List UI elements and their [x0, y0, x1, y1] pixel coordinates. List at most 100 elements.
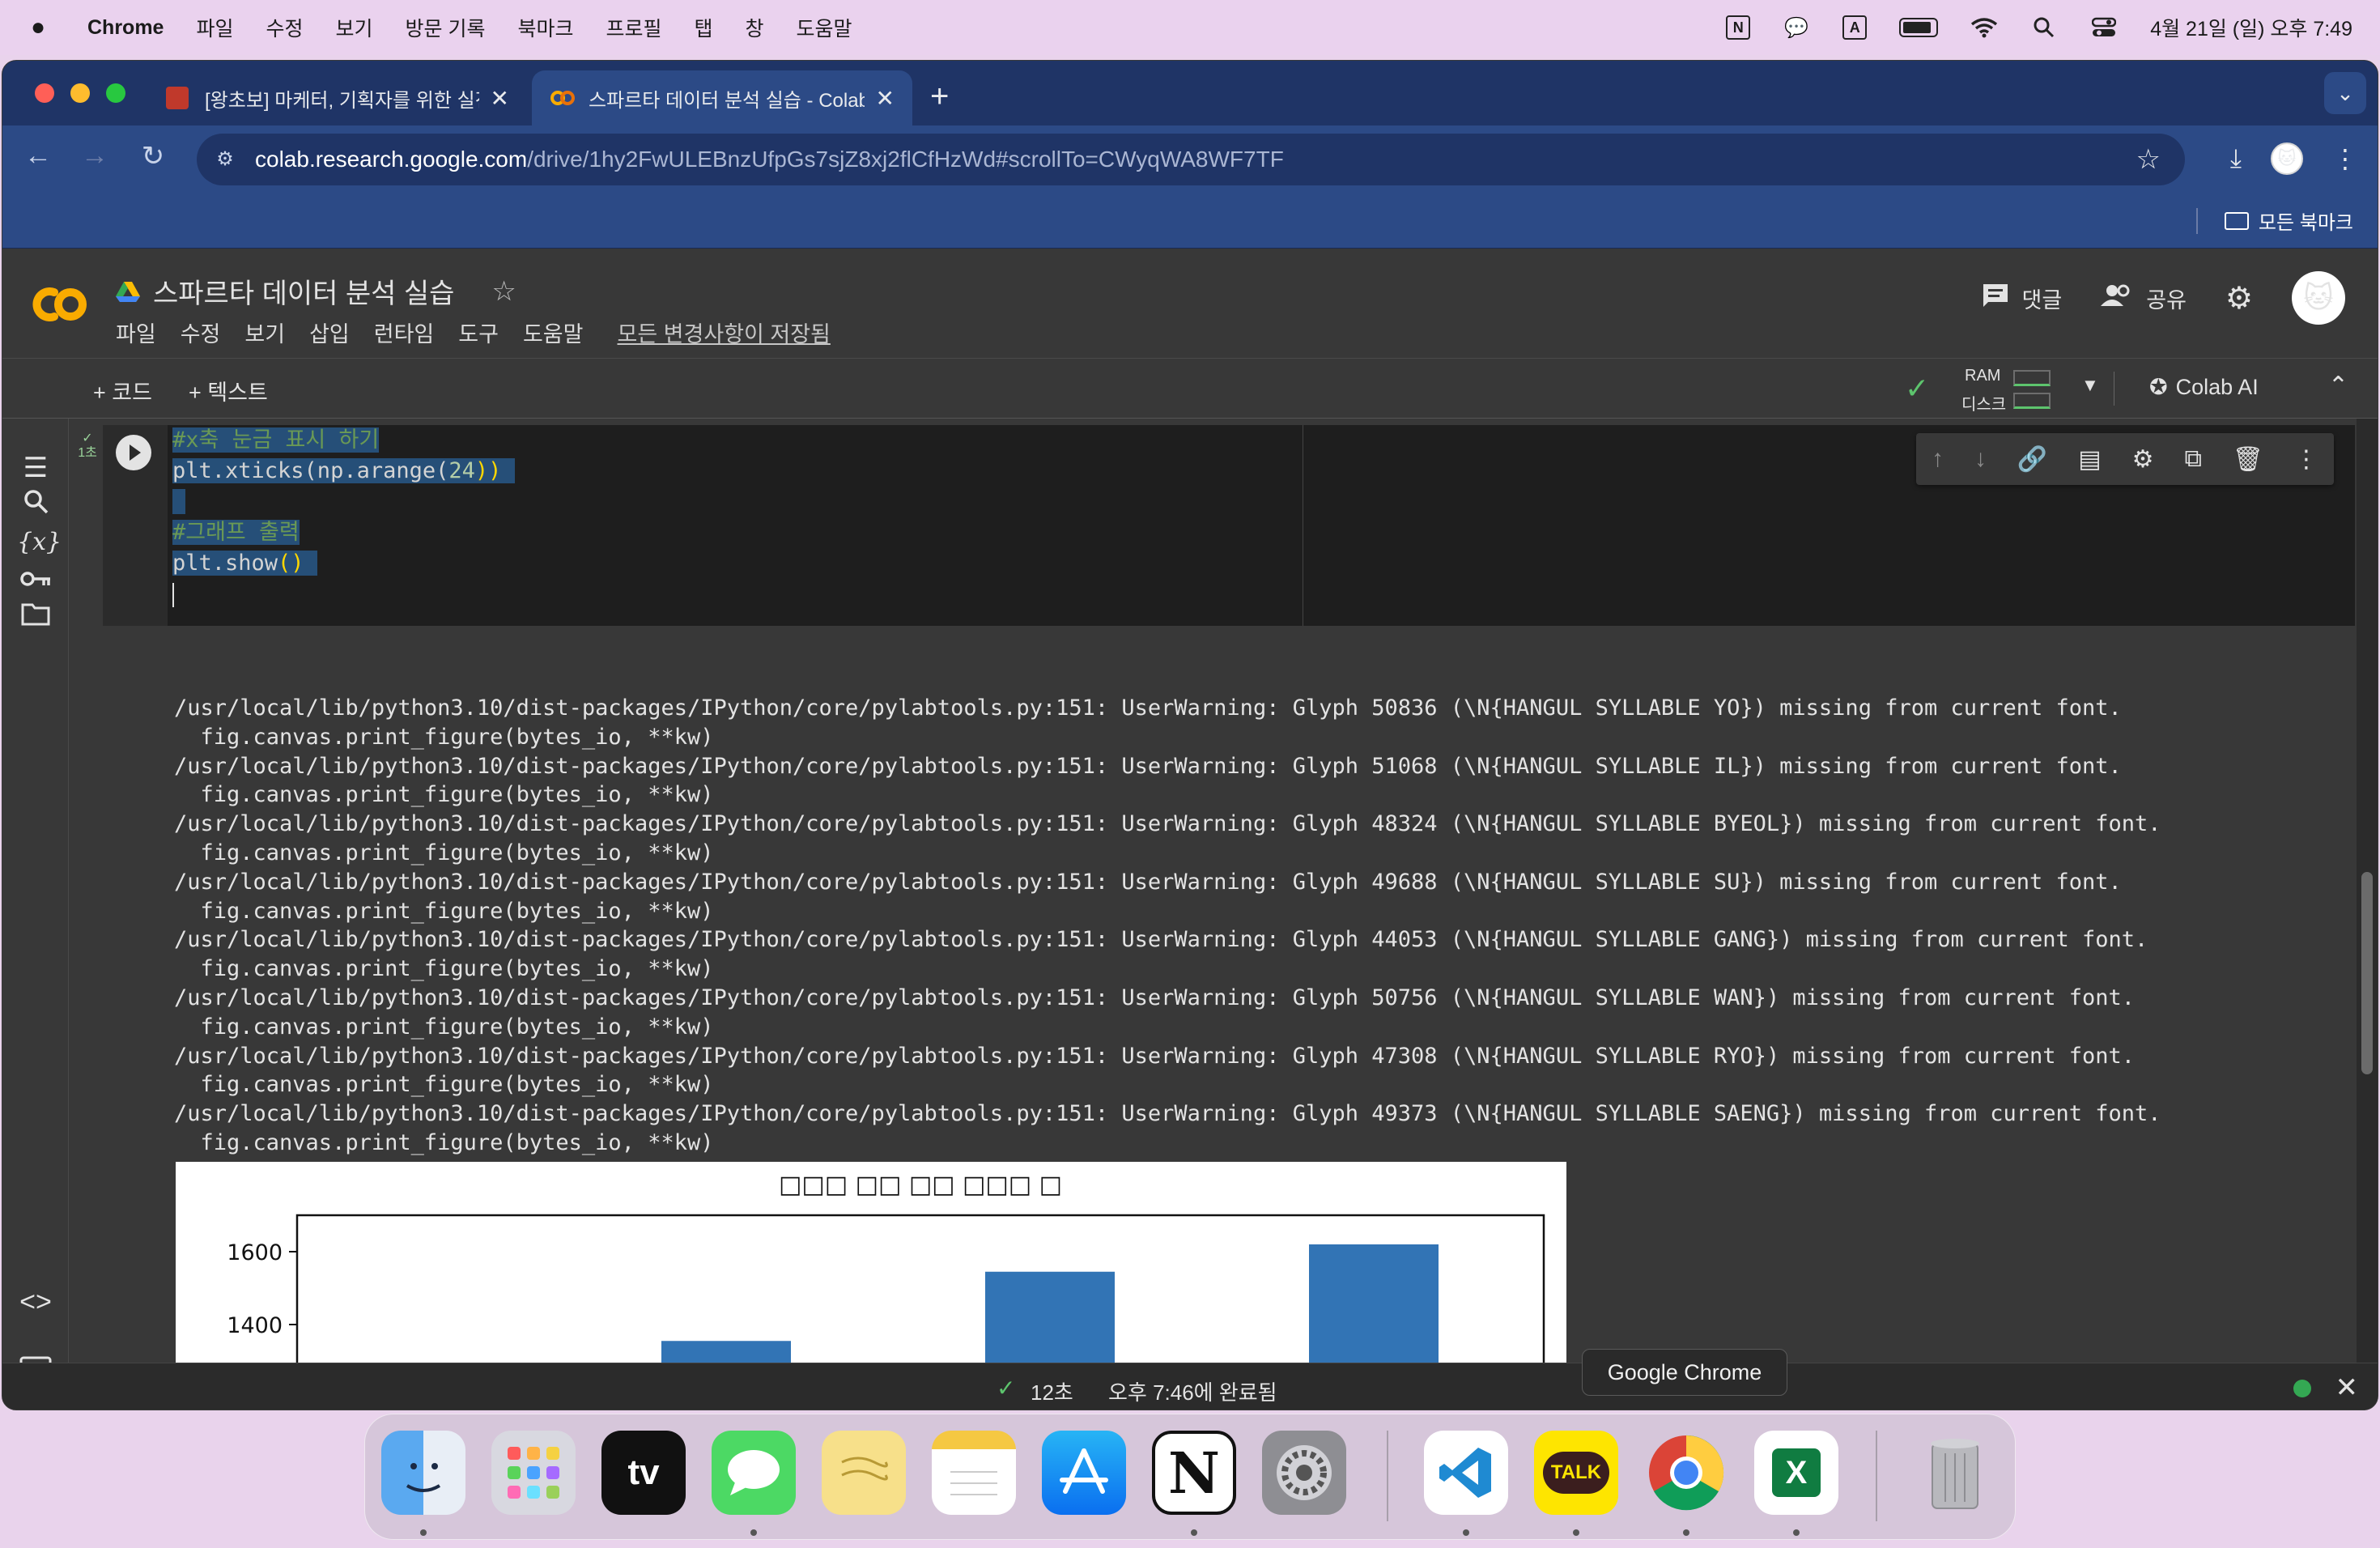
folder-icon [2224, 211, 2249, 230]
notes-icon[interactable] [932, 1431, 1016, 1515]
runtime-dropdown-icon[interactable]: ▼ [2081, 375, 2099, 396]
tab-lecture[interactable]: [왕초보] 마케터, 기획자를 위한 실전 ✕ [148, 70, 527, 125]
menu-bookmarks[interactable]: 북마크 [517, 13, 573, 42]
add-code-cell-button[interactable]: + 코드 [93, 375, 152, 406]
open-in-tab-icon[interactable]: ⧉ [2184, 445, 2201, 473]
google-drive-icon[interactable] [116, 280, 140, 303]
notion-status-icon[interactable]: N [1726, 15, 1751, 40]
code-line: plt.show() [172, 548, 515, 579]
code-snippets-icon[interactable]: <> [17, 1283, 54, 1320]
back-arrow-icon[interactable]: ← [22, 140, 54, 172]
chrome-menu-icon[interactable]: ⋮ [2332, 143, 2358, 174]
google-chrome-icon[interactable] [1644, 1431, 1728, 1515]
share-button[interactable]: 공유 [2101, 283, 2187, 314]
colab-logo-icon[interactable] [25, 271, 91, 338]
profile-avatar[interactable]: 🐱 [2271, 142, 2303, 175]
cell-settings-gear-icon[interactable]: ⚙ [2132, 445, 2154, 474]
download-icon[interactable]: ⤓ [2230, 143, 2242, 174]
apple-tv-icon[interactable]: tv [601, 1431, 686, 1515]
menu-profiles[interactable]: 프로필 [606, 13, 661, 42]
saved-status-link[interactable]: 모든 변경사항이 저장됨 [618, 317, 831, 348]
files-folder-icon[interactable] [17, 598, 54, 636]
wifi-icon[interactable] [1970, 15, 1998, 40]
colab-menu-edit[interactable]: 수정 [181, 317, 221, 348]
comment-cell-icon[interactable]: ▤ [2078, 445, 2101, 474]
more-options-icon[interactable]: ⋮ [2294, 445, 2318, 474]
notebook-scrollbar[interactable] [2357, 419, 2378, 1410]
spotlight-search-icon[interactable] [2030, 15, 2058, 40]
settings-gear-icon[interactable]: ⚙ [2225, 280, 2253, 317]
link-icon[interactable]: 🔗 [2017, 445, 2047, 474]
excel-icon[interactable]: X [1754, 1431, 1838, 1515]
battery-icon[interactable] [1899, 18, 1939, 37]
site-settings-icon[interactable]: ⚙ [211, 146, 239, 173]
stickies-icon[interactable] [822, 1431, 906, 1515]
menu-tab[interactable]: 탭 [695, 13, 713, 42]
close-tab-icon[interactable]: ✕ [491, 85, 509, 112]
colab-menu-help[interactable]: 도움말 [523, 317, 584, 348]
run-cell-button[interactable] [116, 435, 151, 470]
variables-icon[interactable]: {x} [17, 524, 62, 561]
search-icon[interactable] [17, 487, 54, 524]
tab-colab[interactable]: 스파르타 데이터 분석 실습 - Colab ✕ [532, 70, 912, 125]
apple-menu-icon[interactable]: ● [31, 14, 63, 41]
system-settings-icon[interactable] [1262, 1431, 1346, 1515]
colab-menu-insert[interactable]: 삽입 [309, 317, 350, 348]
menubar-clock[interactable]: 4월 21일 (일) 오후 7:49 [2150, 13, 2352, 42]
scrollbar-thumb[interactable] [2361, 872, 2373, 1074]
address-bar[interactable]: ⚙ colab.research.google.com/drive/1hy2Fw… [197, 134, 2185, 185]
app-menu-chrome[interactable]: Chrome [87, 16, 164, 40]
chat-bubble-icon[interactable]: 💬 [1783, 15, 1810, 40]
delete-trash-icon[interactable]: 🗑 [2233, 445, 2263, 474]
colab-menu-tools[interactable]: 도구 [458, 317, 499, 348]
launchpad-icon[interactable] [491, 1431, 576, 1515]
output-line: /usr/local/lib/python3.10/dist-packages/… [174, 811, 2161, 837]
code-editor[interactable]: #x축 눈금 표시 하기 plt.xticks(np.arange(24)) #… [172, 425, 515, 610]
colab-menu-runtime[interactable]: 런타임 [374, 317, 435, 348]
move-up-arrow-icon[interactable]: ↑ [1932, 445, 1944, 473]
colab-ai-button[interactable]: ✪ Colab AI [2149, 375, 2259, 400]
table-of-contents-icon[interactable]: ☰ [17, 449, 54, 487]
all-bookmarks-button[interactable]: 모든 북마크 [2224, 206, 2353, 235]
new-tab-button[interactable]: + [930, 79, 949, 115]
control-center-icon[interactable] [2090, 15, 2118, 40]
reload-icon[interactable]: ↻ [137, 140, 169, 172]
collapse-chevron-up-icon[interactable]: ⌃ [2328, 372, 2348, 400]
code-cell[interactable]: ✓ 1초 #x축 눈금 표시 하기 plt.xticks(np.arange(24… [78, 425, 2355, 626]
notebook-title[interactable]: 스파르타 데이터 분석 실습 [153, 271, 454, 311]
finder-icon[interactable] [381, 1431, 465, 1515]
notion-icon[interactable]: N [1152, 1431, 1236, 1515]
vscode-icon[interactable] [1424, 1431, 1508, 1515]
move-down-arrow-icon[interactable]: ↓ [1974, 445, 1987, 473]
bookmark-star-icon[interactable]: ☆ [2136, 143, 2161, 176]
tab-search-chevron-icon[interactable]: ⌄ [2324, 72, 2366, 114]
colab-menu-file[interactable]: 파일 [116, 317, 156, 348]
star-notebook-icon[interactable]: ☆ [491, 275, 516, 308]
input-source-icon[interactable]: A [1842, 15, 1868, 40]
comment-button[interactable]: 댓글 [1982, 283, 2062, 314]
minimize-window-button[interactable] [70, 83, 90, 103]
zoom-window-button[interactable] [106, 83, 125, 103]
macos-dock: tv N TALK X [364, 1414, 2016, 1540]
messages-icon[interactable] [712, 1431, 796, 1515]
kakaotalk-icon[interactable]: TALK [1534, 1431, 1618, 1515]
menu-window[interactable]: 창 [746, 13, 764, 42]
menu-file[interactable]: 파일 [196, 13, 233, 42]
close-window-button[interactable] [35, 83, 54, 103]
menu-edit[interactable]: 수정 [266, 13, 303, 42]
menu-history[interactable]: 방문 기록 [406, 13, 486, 42]
code-number: 24 [448, 458, 475, 483]
close-tab-icon[interactable]: ✕ [876, 85, 895, 112]
add-text-cell-button[interactable]: + 텍스트 [189, 375, 268, 406]
colab-menu-view[interactable]: 보기 [244, 317, 285, 348]
menu-view[interactable]: 보기 [336, 13, 373, 42]
secrets-key-icon[interactable] [17, 561, 54, 598]
trash-icon[interactable] [1913, 1431, 1997, 1515]
runtime-resources-indicator[interactable]: ✓ RAM 디스크 ▼ [1905, 364, 2099, 414]
app-store-icon[interactable] [1042, 1431, 1126, 1515]
forward-arrow-icon[interactable]: → [79, 140, 111, 172]
account-avatar[interactable]: 🐱 [2292, 271, 2345, 325]
dock-running-dot [750, 1529, 757, 1536]
close-status-icon[interactable]: ✕ [2335, 1372, 2359, 1404]
menu-help[interactable]: 도움말 [797, 13, 852, 42]
